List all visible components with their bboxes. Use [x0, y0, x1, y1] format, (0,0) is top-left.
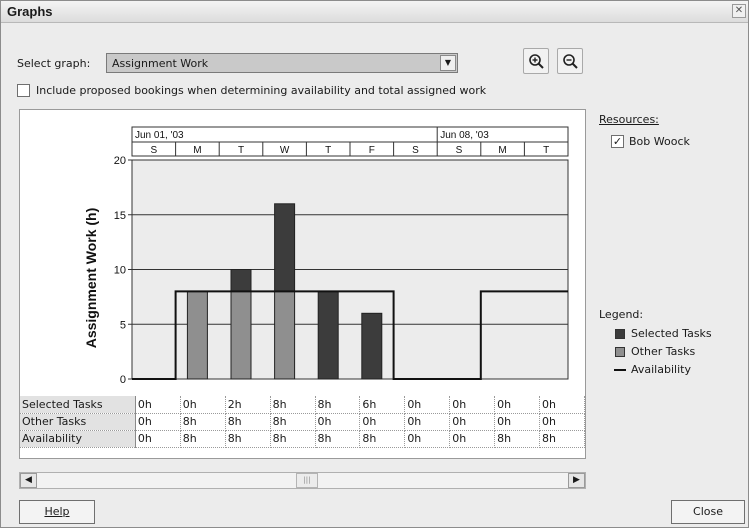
legend-swatch-selected	[615, 329, 625, 339]
week-label: Jun 01, '03	[135, 130, 184, 141]
table-cell[interactable]: 0h	[449, 396, 496, 414]
bar-selected-tasks	[317, 290, 339, 380]
table-cell[interactable]: 8h	[270, 396, 316, 414]
table-cell[interactable]: 0h	[180, 396, 226, 414]
table-cell[interactable]: 0h	[404, 396, 451, 414]
table-cell[interactable]: 0h	[359, 413, 406, 431]
graph-select[interactable]: Assignment Work ▼	[106, 53, 458, 73]
resource-name-bob-woock: Bob Woock	[629, 135, 690, 148]
zoom-out-button[interactable]	[557, 48, 583, 74]
table-cell[interactable]: 0h	[135, 413, 181, 431]
y-tick-label: 0	[120, 374, 126, 386]
table-cell[interactable]: 0h	[539, 396, 585, 414]
zoom-in-icon	[529, 54, 544, 69]
y-tick-label: 10	[114, 265, 126, 277]
legend-swatch-other	[615, 347, 625, 357]
dialog-title: Graphs	[7, 4, 53, 19]
table-cell[interactable]: 0h	[404, 430, 451, 448]
y-tick-label: 15	[114, 210, 126, 222]
day-label: W	[280, 145, 290, 156]
table-cell[interactable]: 0h	[449, 413, 496, 431]
table-cell[interactable]: 0h	[494, 396, 541, 414]
bar-selected-tasks	[230, 269, 252, 292]
bar-selected-tasks	[274, 203, 296, 292]
table-cell[interactable]: 0h	[539, 413, 585, 431]
horizontal-scrollbar[interactable]: ◀ ||| ▶	[19, 472, 586, 489]
legend-selected-tasks: Selected Tasks	[631, 327, 712, 340]
day-label: S	[412, 145, 419, 156]
assignment-table: Selected Tasks 0h 0h 2h 8h 8h 6h 0h 0h 0h 0h Other …	[20, 396, 585, 448]
chevron-down-icon[interactable]: ▼	[440, 55, 456, 71]
scroll-left-icon[interactable]: ◀	[20, 473, 37, 488]
help-button[interactable]: Help	[19, 500, 95, 524]
include-proposed-label: Include proposed bookings when determini…	[36, 84, 487, 97]
table-cell[interactable]: 6h	[359, 396, 406, 414]
assignment-work-chart: Jun 01, '03 Jun 08, '03 S M T W T F S S M T 0 5 10 15 2…	[83, 126, 569, 386]
table-cell[interactable]: 8h	[270, 413, 316, 431]
legend-other-tasks: Other Tasks	[631, 345, 696, 358]
table-cell[interactable]: 8h	[539, 430, 585, 448]
bar-other-tasks	[274, 290, 296, 380]
close-button-label: Close	[693, 505, 723, 518]
graph-select-value: Assignment Work	[112, 57, 209, 70]
scroll-right-icon[interactable]: ▶	[568, 473, 585, 488]
day-label: S	[456, 145, 463, 156]
week-label: Jun 08, '03	[440, 130, 489, 141]
table-cell[interactable]: 8h	[270, 430, 316, 448]
resource-checkbox-bob-woock[interactable]: ✓	[611, 135, 624, 148]
table-cell[interactable]: 2h	[225, 396, 271, 414]
day-label: M	[498, 145, 506, 156]
legend-line-availability	[614, 369, 626, 371]
table-cell[interactable]: 0h	[135, 430, 181, 448]
legend-label: Legend:	[599, 308, 644, 321]
day-label: T	[543, 145, 549, 156]
include-proposed-checkbox[interactable]	[17, 84, 30, 97]
close-button[interactable]: Close	[671, 500, 745, 524]
y-axis-label: Assignment Work (h)	[83, 208, 99, 349]
scroll-thumb[interactable]: |||	[296, 473, 318, 488]
graphs-dialog: Graphs ✕ Select graph: Assignment Work ▼…	[0, 0, 749, 528]
help-button-label: Help	[44, 505, 70, 518]
bar-selected-tasks	[361, 312, 383, 380]
y-tick-label: 5	[120, 319, 126, 331]
row-header: Selected Tasks	[20, 396, 136, 414]
row-header: Availability	[20, 430, 136, 448]
title-bar: Graphs ✕	[1, 1, 748, 23]
bar-other-tasks	[186, 290, 208, 380]
table-row: Availability 0h 8h 8h 8h 8h 8h 0h 0h 8h 8h	[20, 430, 585, 448]
day-label: T	[325, 145, 331, 156]
table-cell[interactable]: 8h	[359, 430, 406, 448]
zoom-in-button[interactable]	[523, 48, 549, 74]
graph-panel: Jun 01, '03 Jun 08, '03 S M T W T F S S M T 0 5 10 15 2…	[19, 109, 586, 459]
table-cell[interactable]: 8h	[180, 413, 226, 431]
day-label: T	[238, 145, 244, 156]
day-label: M	[193, 145, 201, 156]
close-icon[interactable]: ✕	[732, 4, 746, 18]
table-cell[interactable]: 8h	[315, 396, 361, 414]
table-cell[interactable]: 0h	[135, 396, 181, 414]
bar-other-tasks	[230, 290, 252, 380]
y-tick-label: 20	[114, 155, 126, 167]
resources-label: Resources:	[599, 113, 659, 126]
select-graph-label: Select graph:	[17, 57, 91, 70]
table-cell[interactable]: 8h	[180, 430, 226, 448]
table-cell[interactable]: 0h	[404, 413, 451, 431]
zoom-out-icon	[563, 54, 578, 69]
day-label: S	[150, 145, 157, 156]
table-row: Selected Tasks 0h 0h 2h 8h 8h 6h 0h 0h 0h 0h	[20, 396, 585, 414]
table-cell[interactable]: 8h	[315, 430, 361, 448]
legend-availability: Availability	[631, 363, 691, 376]
table-cell[interactable]: 8h	[225, 413, 271, 431]
table-cell[interactable]: 8h	[225, 430, 271, 448]
row-header: Other Tasks	[20, 413, 136, 431]
table-cell[interactable]: 0h	[449, 430, 496, 448]
table-row: Other Tasks 0h 8h 8h 8h 0h 0h 0h 0h 0h 0h	[20, 413, 585, 431]
table-cell[interactable]: 0h	[315, 413, 361, 431]
day-label: F	[369, 145, 375, 156]
table-cell[interactable]: 8h	[494, 430, 541, 448]
table-cell[interactable]: 0h	[494, 413, 541, 431]
